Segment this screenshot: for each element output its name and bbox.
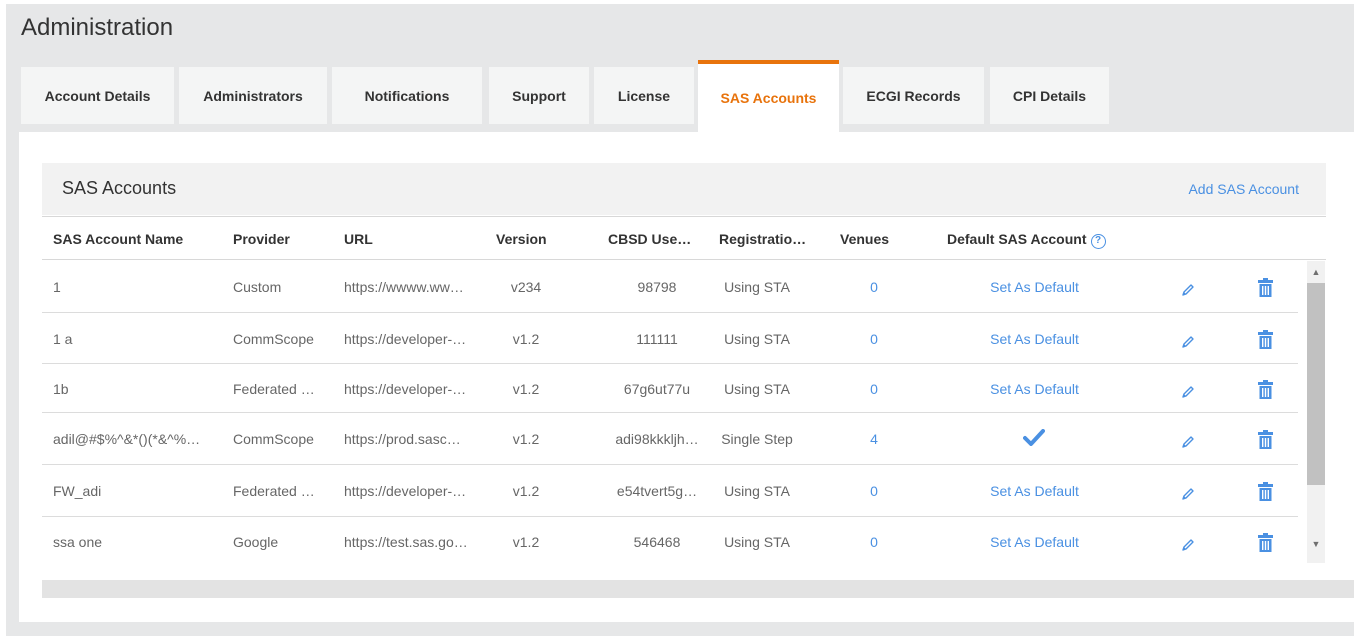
tab-support[interactable]: Support	[489, 67, 589, 124]
column-header-cbsd-user[interactable]: CBSD Use…	[608, 231, 691, 247]
scroll-up-arrow-icon[interactable]: ▲	[1307, 263, 1325, 281]
cell-account-name: ssa one	[53, 534, 103, 550]
trash-icon[interactable]	[1258, 533, 1273, 557]
checkmark-icon	[1023, 429, 1045, 451]
question-circle-icon[interactable]: ?	[1090, 234, 1106, 249]
cell-url: https://developer-…	[344, 331, 467, 347]
trash-icon[interactable]	[1258, 380, 1273, 404]
cell-version: v234	[510, 279, 542, 295]
cell-version: v1.2	[512, 483, 540, 499]
cell-cbsd-user: 111111	[636, 331, 678, 347]
tab-cpi-details[interactable]: CPI Details	[990, 67, 1109, 124]
cell-provider: Federated …	[233, 483, 315, 499]
table-row[interactable]: ssa one Google https://test.sas.go… v1.2 546…	[42, 517, 1298, 563]
set-as-default-link[interactable]: Set As Default	[967, 279, 1102, 295]
card-header: SAS Accounts Add SAS Account	[42, 163, 1326, 215]
cell-registration: Single Step	[721, 431, 793, 447]
set-as-default-link[interactable]: Set As Default	[967, 534, 1102, 550]
tab-administrators[interactable]: Administrators	[179, 67, 327, 124]
cell-provider: Federated …	[233, 381, 315, 397]
column-header-venues[interactable]: Venues	[840, 231, 889, 247]
table-row[interactable]: FW_adi Federated … https://developer-… v1.2…	[42, 465, 1298, 517]
page-title: Administration	[21, 14, 174, 41]
tab-account-details[interactable]: Account Details	[21, 67, 174, 124]
cell-cbsd-user: e54tvert5g…	[616, 483, 698, 499]
cell-registration: Using STA	[724, 381, 790, 397]
card-title: SAS Accounts	[62, 178, 177, 198]
trash-icon[interactable]	[1258, 482, 1273, 506]
cell-venues[interactable]: 0	[844, 381, 904, 397]
cell-url: https://test.sas.go…	[344, 534, 468, 550]
cell-version: v1.2	[512, 431, 540, 447]
cell-url: https://prod.sasc…	[344, 431, 461, 447]
cell-cbsd-user: 67g6ut77u	[623, 381, 691, 397]
scroll-down-arrow-icon[interactable]: ▼	[1307, 535, 1325, 553]
table-header: SAS Account Name Provider URL Version CB…	[42, 216, 1326, 260]
cell-cbsd-user: adi98kkkljh…	[615, 431, 699, 447]
set-as-default-link[interactable]: Set As Default	[967, 331, 1102, 347]
cell-provider: CommScope	[233, 331, 314, 347]
cell-cbsd-user: 546468	[633, 534, 681, 550]
cell-registration: Using STA	[724, 483, 790, 499]
pencil-icon[interactable]	[1181, 283, 1195, 302]
cell-venues[interactable]: 0	[844, 534, 904, 550]
pencil-icon[interactable]	[1181, 335, 1195, 354]
set-as-default-link[interactable]: Set As Default	[967, 381, 1102, 397]
cell-version: v1.2	[512, 331, 540, 347]
cell-url: https://developer-…	[344, 483, 467, 499]
cell-version: v1.2	[512, 381, 540, 397]
column-header-default[interactable]: Default SAS Account?	[947, 231, 1106, 249]
set-as-default-link[interactable]: Set As Default	[967, 483, 1102, 499]
column-header-default-label: Default SAS Account	[947, 231, 1087, 247]
cell-venues[interactable]: 0	[844, 279, 904, 295]
cell-provider: Custom	[233, 279, 282, 295]
tab-notifications[interactable]: Notifications	[332, 67, 482, 124]
cell-version: v1.2	[512, 534, 540, 550]
cell-provider: CommScope	[233, 431, 314, 447]
table-row[interactable]: 1b Federated … https://developer-… v1.2 67g6…	[42, 364, 1298, 413]
tab-sas-accounts[interactable]: SAS Accounts	[698, 60, 839, 132]
column-header-version[interactable]: Version	[496, 231, 547, 247]
trash-icon[interactable]	[1258, 278, 1273, 302]
cell-registration: Using STA	[724, 279, 790, 295]
tab-ecgi-records[interactable]: ECGI Records	[843, 67, 984, 124]
table-body: 1 Custom https://wwww.ww… v234 98798 Using ST…	[42, 261, 1298, 563]
column-header-provider[interactable]: Provider	[233, 231, 290, 247]
table-row[interactable]: 1 a CommScope https://developer-… v1.2 11111…	[42, 313, 1298, 364]
trash-icon[interactable]	[1258, 430, 1273, 454]
cell-url: https://wwww.ww…	[344, 279, 464, 295]
cell-account-name: adil@#$%^&*()(*&^%…	[53, 431, 201, 447]
table-row[interactable]: adil@#$%^&*()(*&^%… CommScope https://prod…	[42, 413, 1298, 465]
cell-account-name: FW_adi	[53, 483, 102, 499]
pencil-icon[interactable]	[1181, 385, 1195, 404]
cell-account-name: 1b	[53, 381, 69, 397]
vertical-scrollbar-thumb[interactable]	[1307, 283, 1325, 485]
pencil-icon[interactable]	[1181, 538, 1195, 557]
table-row[interactable]: 1 Custom https://wwww.ww… v234 98798 Using ST…	[42, 261, 1298, 313]
add-sas-account-link[interactable]: Add SAS Account	[1188, 181, 1299, 197]
column-header-registration[interactable]: Registratio…	[719, 231, 806, 247]
horizontal-scrollbar[interactable]	[42, 580, 1354, 598]
cell-registration: Using STA	[724, 534, 790, 550]
cell-venues[interactable]: 4	[844, 431, 904, 447]
cell-account-name: 1 a	[53, 331, 73, 347]
cell-venues[interactable]: 0	[844, 331, 904, 347]
pencil-icon[interactable]	[1181, 487, 1195, 506]
column-header-name[interactable]: SAS Account Name	[53, 231, 183, 247]
cell-account-name: 1	[53, 279, 61, 295]
cell-url: https://developer-…	[344, 381, 467, 397]
trash-icon[interactable]	[1258, 330, 1273, 354]
tab-license[interactable]: License	[594, 67, 694, 124]
cell-cbsd-user: 98798	[637, 279, 677, 295]
cell-venues[interactable]: 0	[844, 483, 904, 499]
pencil-icon[interactable]	[1181, 435, 1195, 454]
cell-provider: Google	[233, 534, 279, 550]
column-header-url[interactable]: URL	[344, 231, 373, 247]
cell-registration: Using STA	[724, 331, 790, 347]
